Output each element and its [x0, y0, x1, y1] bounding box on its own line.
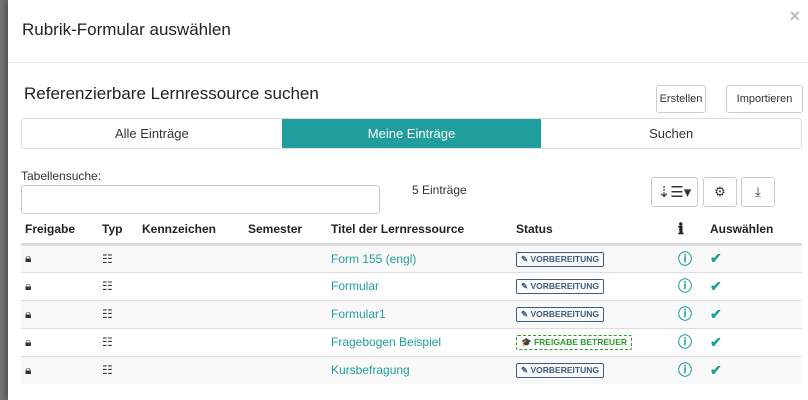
divider — [8, 62, 808, 63]
table-row: 🔒︎ ☷ Fragebogen Beispiel 🎓 FREIGABE BETR… — [21, 327, 802, 356]
status-text: VORBEREITUNG — [530, 281, 599, 291]
resource-title-link[interactable]: Formular1 — [331, 307, 386, 321]
kennzeichen-cell — [138, 327, 244, 356]
status-text: FREIGABE BETREUER — [533, 337, 628, 347]
lock-icon: 🔒︎ — [25, 251, 32, 265]
col-freigabe[interactable]: Freigabe — [21, 216, 98, 246]
select-check-icon[interactable]: ✔ — [710, 250, 722, 266]
kennzeichen-cell — [138, 243, 244, 272]
section-heading: Referenzierbare Lernressource suchen — [24, 84, 319, 103]
col-kennzeichen[interactable]: Kennzeichen — [138, 216, 244, 246]
status-badge: 🎓 FREIGABE BETREUER — [516, 335, 633, 350]
status-badge: ✎ VORBEREITUNG — [516, 279, 604, 294]
resource-title-link[interactable]: Form 155 (engl) — [331, 252, 416, 266]
import-button[interactable]: Importieren — [726, 85, 803, 113]
pencil-icon: ✎ — [521, 309, 529, 319]
form-type-icon: ☷ — [102, 251, 113, 266]
table-row: 🔒︎ ☷ Kursbefragung ✎ VORBEREITUNG ⓘ ✔ — [21, 355, 802, 384]
form-type-icon: ☷ — [102, 335, 113, 349]
kennzeichen-cell — [138, 299, 244, 328]
status-text: VORBEREITUNG — [530, 365, 599, 376]
table-search-label: Tabellensuche: — [21, 169, 102, 183]
create-button[interactable]: Erstellen — [656, 85, 706, 113]
col-semester[interactable]: Semester — [244, 216, 327, 246]
entry-count: 5 Einträge — [412, 183, 467, 197]
sort-button[interactable]: ⇣☰▾ — [651, 177, 698, 207]
resource-title-link[interactable]: Kursbefragung — [331, 363, 410, 377]
status-badge: ✎ VORBEREITUNG — [516, 251, 604, 267]
pencil-icon: ✎ — [521, 281, 529, 291]
resource-title-link[interactable]: Fragebogen Beispiel — [331, 335, 441, 349]
select-check-icon[interactable]: ✔ — [710, 362, 722, 378]
sort-icon: ⇣☰▾ — [657, 184, 692, 201]
close-icon[interactable]: × — [789, 6, 800, 27]
info-icon[interactable]: ⓘ — [678, 278, 692, 294]
tab-all-entries[interactable]: Alle Einträge — [22, 119, 282, 148]
graduation-cap-icon: 🎓 — [521, 337, 532, 347]
semester-cell — [244, 327, 327, 356]
col-typ[interactable]: Typ — [98, 216, 138, 246]
lock-icon: 🔒︎ — [25, 306, 32, 321]
status-text: VORBEREITUNG — [530, 309, 599, 319]
lock-icon: 🔒︎ — [25, 334, 32, 349]
resource-table: Freigabe Typ Kennzeichen Semester Titel … — [21, 216, 802, 384]
tab-bar: Alle Einträge Meine Einträge Suchen — [21, 118, 802, 149]
select-check-icon[interactable]: ✔ — [710, 306, 722, 322]
form-type-icon: ☷ — [102, 307, 113, 321]
info-icon[interactable]: ⓘ — [678, 362, 692, 378]
tab-my-entries[interactable]: Meine Einträge — [281, 119, 542, 148]
table-search-input[interactable] — [21, 185, 380, 214]
lock-icon: 🔒︎ — [25, 278, 32, 293]
download-icon: ⤓ — [755, 184, 761, 199]
select-check-icon[interactable]: ✔ — [710, 334, 722, 350]
form-type-icon: ☷ — [102, 279, 113, 293]
dialog-title: Rubrik-Formular auswählen — [22, 20, 231, 39]
form-type-icon: ☷ — [102, 363, 113, 378]
resource-title-link[interactable]: Formular — [331, 279, 379, 293]
col-select: Auswählen — [706, 216, 802, 246]
info-header-icon: ℹ — [674, 216, 706, 246]
status-text: VORBEREITUNG — [530, 253, 599, 264]
table-row: 🔒︎ ☷ Form 155 (engl) ✎ VORBEREITUNG ⓘ ✔ — [21, 243, 802, 272]
semester-cell — [244, 243, 327, 272]
info-icon[interactable]: ⓘ — [678, 306, 692, 322]
gear-icon: ⚙ — [714, 184, 726, 199]
col-status[interactable]: Status — [512, 216, 674, 246]
info-icon[interactable]: ⓘ — [678, 251, 692, 267]
table-row: 🔒︎ ☷ Formular ✎ VORBEREITUNG ⓘ ✔ — [21, 271, 802, 300]
kennzeichen-cell — [138, 355, 244, 384]
download-button[interactable]: ⤓ — [741, 177, 775, 207]
info-icon[interactable]: ⓘ — [678, 334, 692, 350]
semester-cell — [244, 299, 327, 328]
select-check-icon[interactable]: ✔ — [710, 278, 722, 294]
settings-button[interactable]: ⚙ — [703, 177, 737, 207]
semester-cell — [244, 355, 327, 384]
status-badge: ✎ VORBEREITUNG — [516, 307, 604, 322]
pencil-icon: ✎ — [521, 253, 529, 264]
status-badge: ✎ VORBEREITUNG — [516, 363, 604, 379]
semester-cell — [244, 271, 327, 300]
table-header: Freigabe Typ Kennzeichen Semester Titel … — [21, 216, 802, 246]
col-title[interactable]: Titel der Lernressource — [327, 216, 512, 246]
kennzeichen-cell — [138, 271, 244, 300]
table-row: 🔒︎ ☷ Formular1 ✎ VORBEREITUNG ⓘ ✔ — [21, 299, 802, 328]
modal-dialog: Rubrik-Formular auswählen × Referenzierb… — [8, 0, 808, 400]
lock-icon: 🔒︎ — [25, 362, 32, 377]
tab-search[interactable]: Suchen — [541, 119, 801, 148]
pencil-icon: ✎ — [521, 365, 529, 376]
